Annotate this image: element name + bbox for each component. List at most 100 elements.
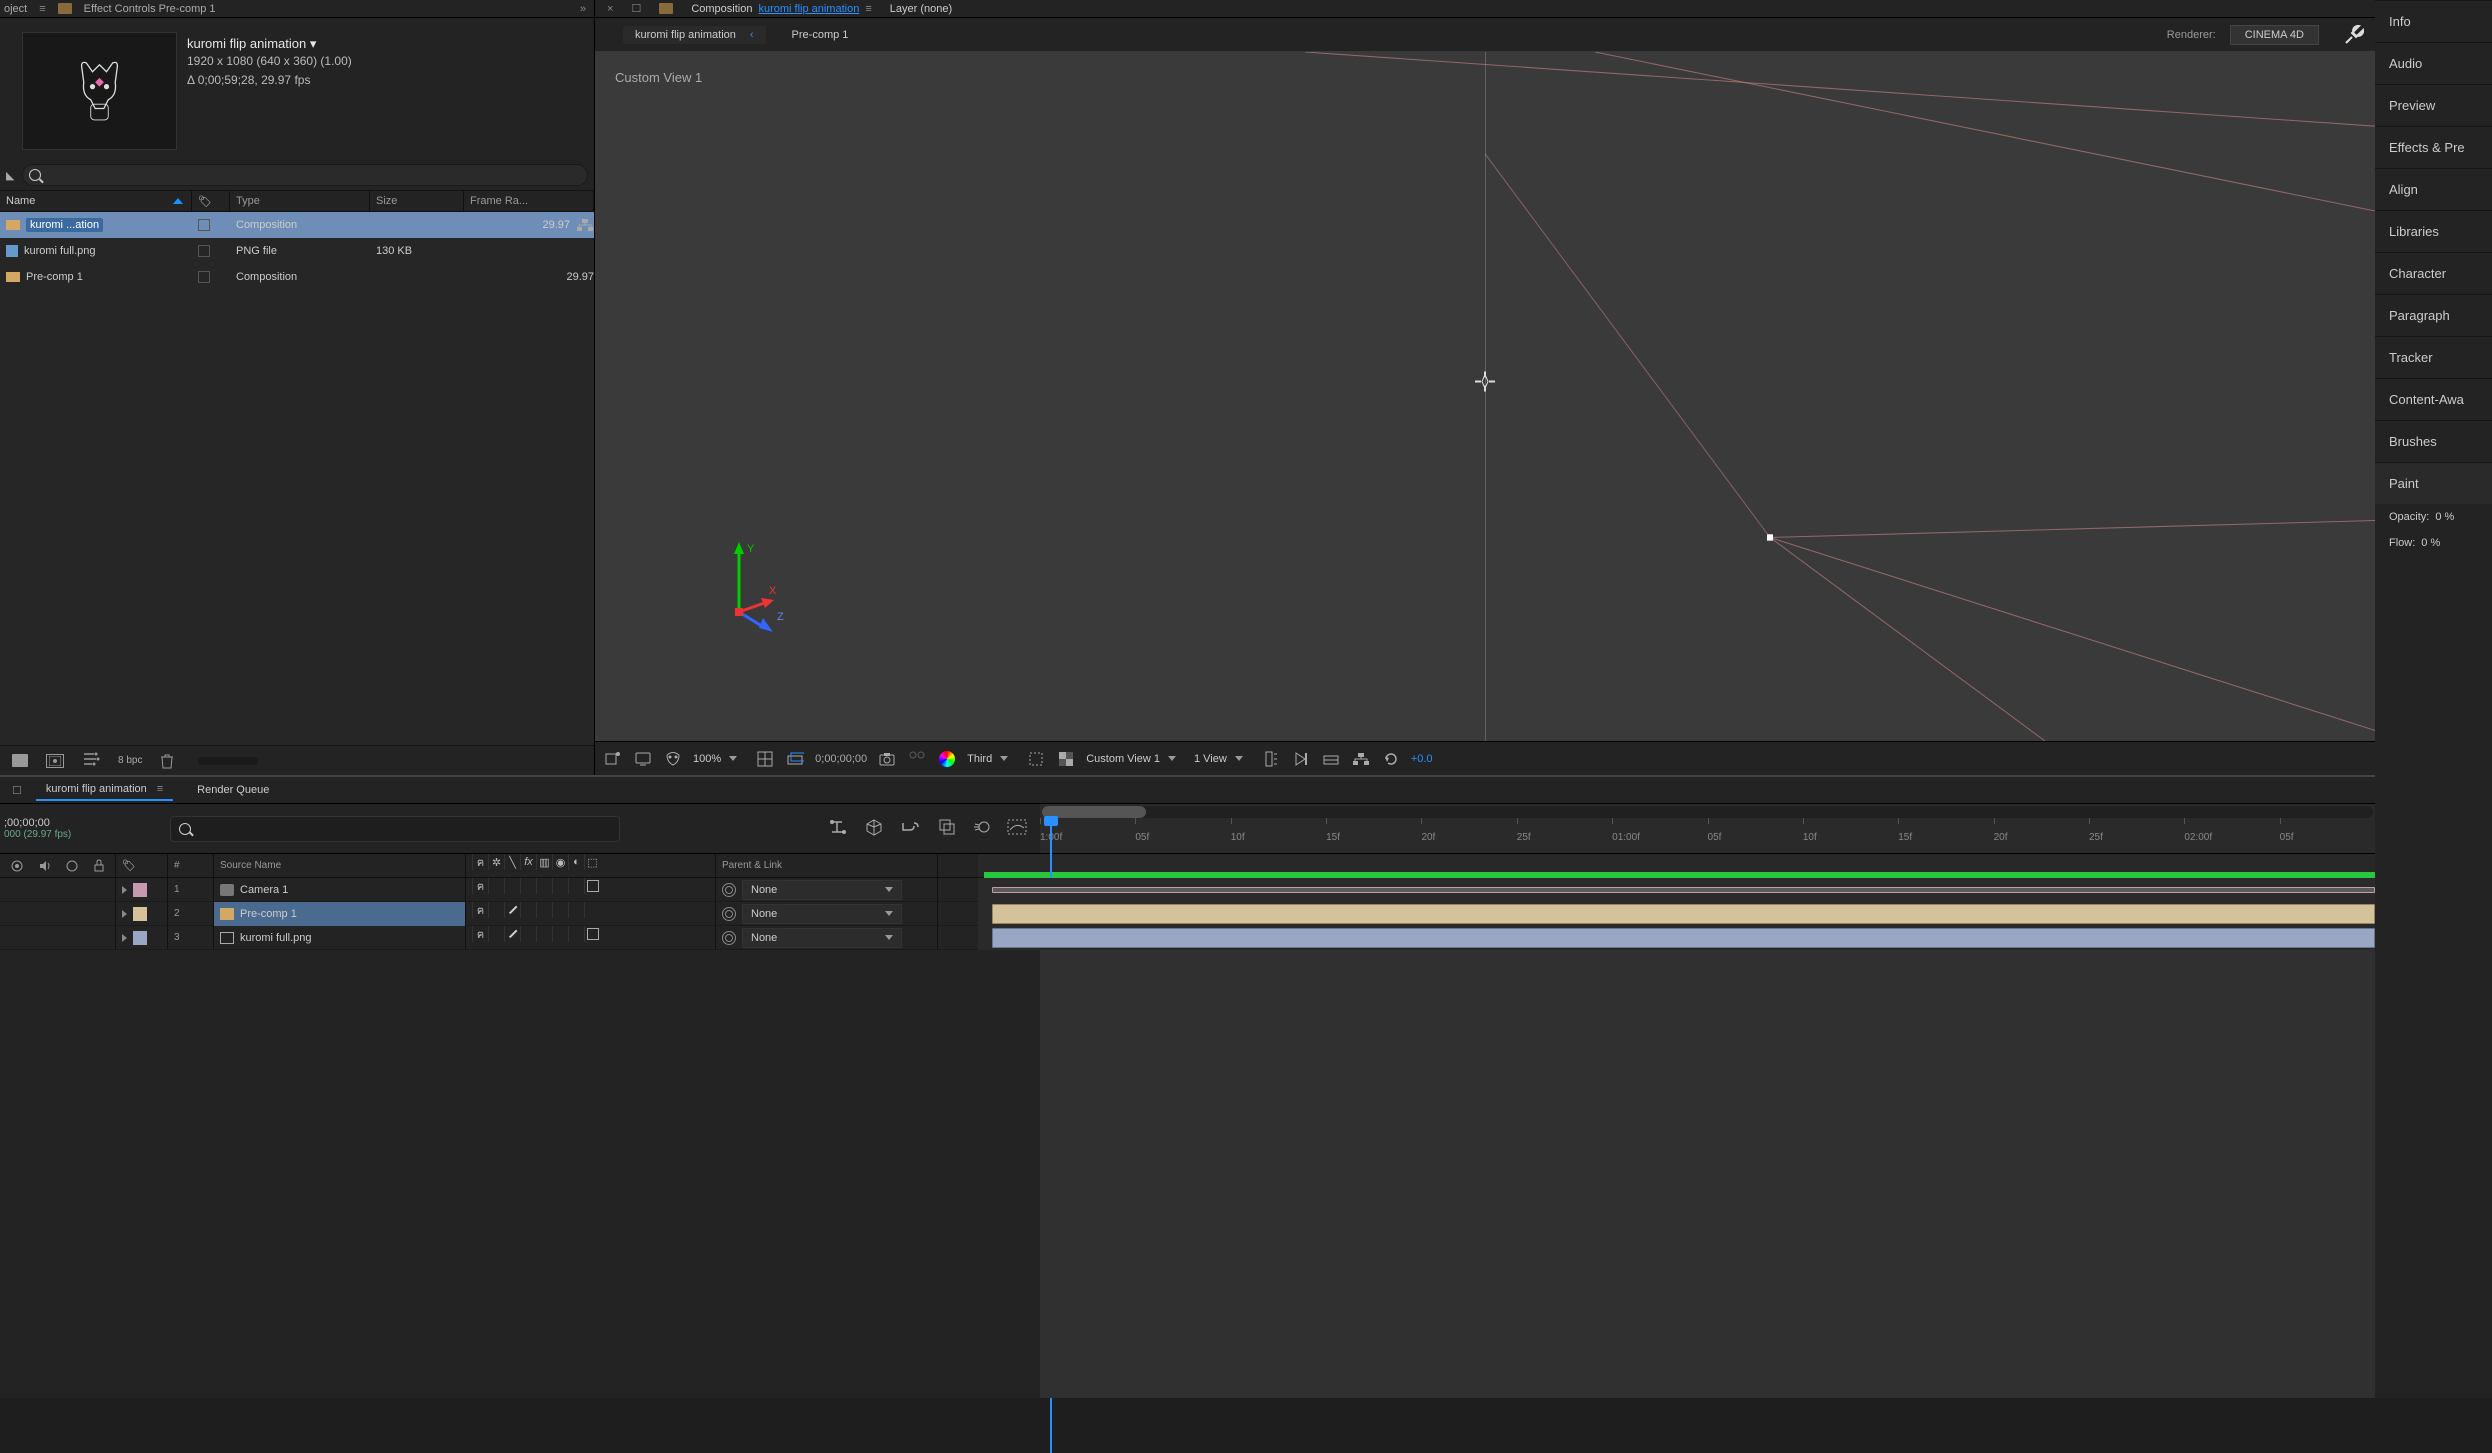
fx-switch-header[interactable]: fx bbox=[520, 854, 536, 870]
label-column-header[interactable]: 🏷 bbox=[116, 854, 168, 877]
timeline-layer[interactable]: 2Pre-comp 1ฅNone bbox=[0, 902, 2375, 926]
frame-blend-button[interactable] bbox=[938, 818, 956, 839]
mask-toggle-button[interactable] bbox=[663, 750, 683, 768]
3d-switch[interactable] bbox=[584, 902, 600, 918]
collapse-switch-header[interactable]: ✲ bbox=[488, 854, 504, 870]
resolution-dropdown[interactable]: Third bbox=[967, 753, 1016, 765]
new-comp-button[interactable] bbox=[46, 754, 64, 768]
pickwhip-icon[interactable] bbox=[722, 883, 736, 897]
adjustment-switch[interactable] bbox=[568, 878, 584, 894]
panel-menu-icon[interactable]: ≡ bbox=[39, 3, 45, 15]
transparency-grid-button[interactable] bbox=[1056, 750, 1076, 768]
layer-expand[interactable] bbox=[116, 878, 168, 902]
motion-blur-switch[interactable] bbox=[552, 926, 568, 942]
3d-switch[interactable] bbox=[584, 878, 600, 894]
adjustment-switch[interactable] bbox=[568, 902, 584, 918]
timeline-layer[interactable]: 3kuromi full.pngฅNone bbox=[0, 926, 2375, 950]
lock-icon[interactable] bbox=[93, 859, 105, 872]
project-thumbnail[interactable] bbox=[22, 32, 177, 150]
motion-blur-switch[interactable] bbox=[552, 902, 568, 918]
show-snapshot-button[interactable] bbox=[907, 750, 927, 768]
parent-dropdown[interactable]: None bbox=[742, 880, 902, 900]
source-name-column-header[interactable]: Source Name bbox=[214, 854, 466, 877]
panel-info[interactable]: Info bbox=[2375, 0, 2492, 42]
layer-bar-area[interactable] bbox=[978, 902, 2375, 926]
panel-content-aware[interactable]: Content-Awa bbox=[2375, 378, 2492, 420]
shy-switch[interactable]: ฅ bbox=[472, 926, 488, 942]
panel-paragraph[interactable]: Paragraph bbox=[2375, 294, 2492, 336]
zoom-dropdown[interactable]: 100% bbox=[693, 753, 745, 765]
timeline-comp-tab[interactable]: kuromi flip animation ≡ bbox=[36, 779, 173, 801]
view-count-dropdown[interactable]: 1 View bbox=[1194, 753, 1251, 765]
project-item[interactable]: kuromi ...ation Composition 29.97 bbox=[0, 212, 594, 238]
bit-depth[interactable]: 8 bpc bbox=[118, 755, 142, 766]
flow-value[interactable]: 0 % bbox=[2421, 537, 2440, 549]
view-dropdown[interactable]: Custom View 1 bbox=[1086, 753, 1184, 765]
time-ruler[interactable]: 1:00f05f10f15f20f25f01:00f05f10f15f20f25… bbox=[1040, 804, 2375, 853]
col-frame-rate[interactable]: Frame Ra... bbox=[464, 191, 594, 211]
flowchart-button[interactable] bbox=[1351, 750, 1371, 768]
shy-switch-header[interactable]: ฅ bbox=[472, 854, 488, 870]
timeline-empty-area[interactable] bbox=[0, 950, 2375, 1398]
footer-slider[interactable] bbox=[198, 757, 258, 765]
fx-switch[interactable] bbox=[520, 926, 536, 942]
panel-menu-icon[interactable]: ≡ bbox=[865, 3, 871, 15]
channel-button[interactable] bbox=[937, 751, 957, 767]
panel-character[interactable]: Character bbox=[2375, 252, 2492, 294]
current-time-display[interactable]: 0;00;00;00 bbox=[815, 753, 867, 765]
close-icon[interactable]: × bbox=[607, 3, 613, 15]
layer-duration-bar[interactable] bbox=[992, 904, 2375, 924]
comp-viewport[interactable]: Custom View 1 Y X Z bbox=[595, 52, 2375, 741]
parent-dropdown[interactable]: None bbox=[742, 928, 902, 948]
layer-name-cell[interactable]: Camera 1 bbox=[214, 878, 466, 902]
label-swatch[interactable] bbox=[198, 219, 210, 231]
collapse-icon[interactable]: » bbox=[580, 3, 586, 15]
grid-button[interactable] bbox=[785, 750, 805, 768]
panel-tracker[interactable]: Tracker bbox=[2375, 336, 2492, 378]
layer-color-swatch[interactable] bbox=[133, 931, 147, 945]
roi-button[interactable] bbox=[1026, 750, 1046, 768]
frame-blend-switch[interactable] bbox=[536, 926, 552, 942]
layer-name-cell[interactable]: Pre-comp 1 bbox=[214, 902, 466, 926]
layer-bar-area[interactable] bbox=[978, 926, 2375, 950]
pickwhip-icon[interactable] bbox=[722, 931, 736, 945]
reset-exposure-button[interactable] bbox=[1381, 750, 1401, 768]
shy-switch[interactable]: ฅ bbox=[472, 878, 488, 894]
layer-expand[interactable] bbox=[116, 902, 168, 926]
adjustment-switch-header[interactable]: ◐ bbox=[568, 854, 584, 870]
audio-icon[interactable] bbox=[38, 860, 52, 872]
project-item[interactable]: Pre-comp 1 Composition 29.97 bbox=[0, 264, 594, 290]
pixel-aspect-button[interactable] bbox=[1261, 750, 1281, 768]
composition-tab[interactable]: Composition kuromi flip animation ≡ bbox=[691, 3, 871, 15]
comp-name[interactable]: kuromi flip animation ▾ bbox=[187, 36, 352, 52]
col-size[interactable]: Size bbox=[370, 191, 464, 211]
shy-switch[interactable]: ฅ bbox=[472, 902, 488, 918]
motion-blur-switch[interactable] bbox=[552, 878, 568, 894]
layer-tab[interactable]: Layer (none) bbox=[890, 3, 952, 15]
delete-button[interactable] bbox=[160, 753, 174, 769]
panel-libraries[interactable]: Libraries bbox=[2375, 210, 2492, 252]
timeline-search[interactable] bbox=[170, 816, 620, 842]
quality-switch[interactable] bbox=[504, 878, 520, 894]
graph-editor-button[interactable] bbox=[1006, 818, 1028, 839]
collapse-switch[interactable] bbox=[488, 926, 504, 942]
quality-switch-header[interactable]: ╲ bbox=[504, 854, 520, 870]
lock-icon[interactable]: ☐ bbox=[631, 2, 641, 15]
panel-align[interactable]: Align bbox=[2375, 168, 2492, 210]
exposure-value[interactable]: +0.0 bbox=[1411, 753, 1433, 765]
quality-switch[interactable] bbox=[504, 902, 520, 918]
timeline-button[interactable] bbox=[1321, 750, 1341, 768]
label-swatch[interactable] bbox=[198, 245, 210, 257]
snapshot-button[interactable] bbox=[877, 750, 897, 768]
col-name[interactable]: Name bbox=[0, 191, 192, 211]
timeline-layer[interactable]: 1Camera 1ฅNone bbox=[0, 878, 2375, 902]
col-type[interactable]: Type bbox=[230, 191, 370, 211]
device-preview-button[interactable] bbox=[633, 750, 653, 768]
time-navigator[interactable] bbox=[1042, 806, 2373, 818]
renderer-dropdown[interactable]: CINEMA 4D bbox=[2230, 25, 2319, 45]
frame-blend-switch-header[interactable]: ▥ bbox=[536, 854, 552, 870]
opacity-value[interactable]: 0 % bbox=[2435, 511, 2454, 523]
breadcrumb-main[interactable]: kuromi flip animation ‹ bbox=[623, 26, 766, 44]
3d-switch-header[interactable]: ⬚ bbox=[584, 854, 600, 870]
quality-switch[interactable] bbox=[504, 926, 520, 942]
